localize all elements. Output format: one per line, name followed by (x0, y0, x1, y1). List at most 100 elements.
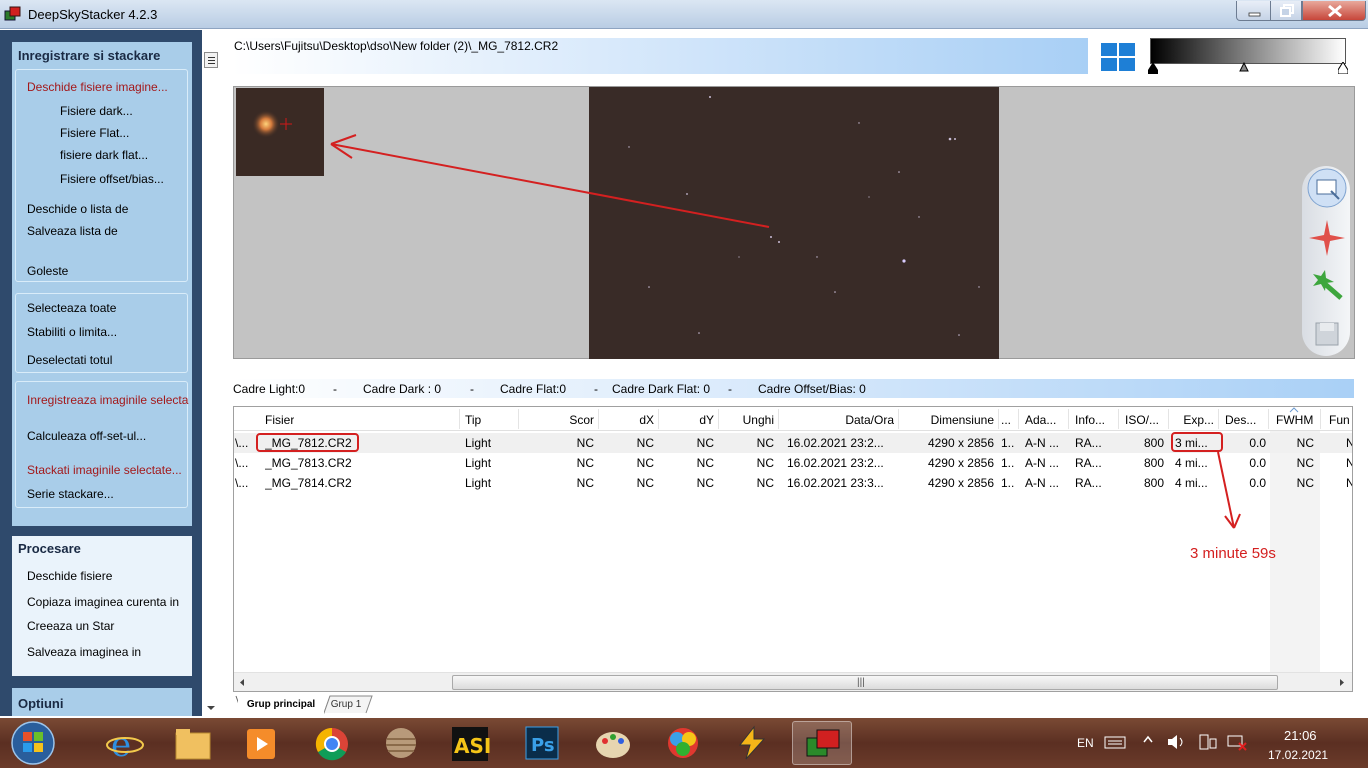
taskbar-ie[interactable]: e (95, 721, 155, 765)
chevron-down-icon[interactable] (205, 704, 217, 712)
taskbar-winamp[interactable] (722, 721, 782, 765)
horizontal-scrollbar[interactable]: ||| (234, 672, 1352, 691)
open-files-link[interactable]: Deschide fisiere (27, 569, 112, 583)
star-edit-icon[interactable] (1307, 218, 1347, 258)
network-icon[interactable] (1226, 733, 1248, 751)
col-score[interactable]: Scor (524, 413, 594, 427)
chevron-up-icon[interactable] (1143, 733, 1153, 751)
cell-datetime: 16.02.2021 23:3... (787, 476, 884, 490)
taskbar-chrome[interactable] (302, 721, 362, 765)
col-datetime[interactable]: Data/Ora (784, 413, 894, 427)
close-button[interactable] (1302, 1, 1366, 21)
dark-files-link[interactable]: Fisiere dark... (60, 104, 133, 118)
annotation-arrow (330, 134, 770, 228)
cell-des: 0.0 (1249, 436, 1266, 450)
dark-flat-files-link[interactable]: fisiere dark flat... (60, 148, 148, 162)
col-adapter[interactable]: Ada... (1025, 413, 1056, 427)
clock-date[interactable]: 17.02.2021 (1268, 748, 1328, 762)
cell-dy: NC (696, 436, 714, 450)
cell-depth: 1... (1001, 476, 1015, 490)
select-rectangle-icon[interactable] (1307, 168, 1347, 208)
taskbar-photoshop[interactable]: Ps (512, 721, 572, 765)
close-icon (1328, 4, 1342, 18)
table-row[interactable]: \... _MG_7814.CR2 Light NC NC NC NC 16.02.2021 … (234, 473, 1352, 493)
taskbar-media[interactable] (231, 721, 291, 765)
col-angle[interactable]: Unghi (724, 413, 774, 427)
batch-stacking-link[interactable]: Serie stackare... (27, 487, 114, 501)
cell-ad: A-N ... (1025, 436, 1060, 450)
minimize-button[interactable] (1236, 1, 1271, 21)
col-iso[interactable]: ISO/... (1125, 413, 1159, 427)
tab-main-group[interactable]: Grup principal (238, 697, 324, 714)
save-image-link[interactable]: Salveaza imaginea in (27, 645, 141, 659)
comet-icon[interactable] (1307, 266, 1347, 306)
open-images-link[interactable]: Deschide fisiere imagine... (27, 80, 168, 94)
grid-view-icon[interactable] (1100, 42, 1136, 72)
copy-current-link[interactable]: Copiaza imaginea curenta in (27, 595, 179, 609)
open-list-link[interactable]: Deschide o lista de (27, 202, 128, 216)
image-preview[interactable] (233, 86, 1355, 359)
taskbar-explorer[interactable] (163, 721, 223, 765)
annotation-arrow-down (1217, 451, 1241, 529)
taskbar-asi[interactable]: ASI (440, 721, 500, 765)
maximize-button[interactable] (1270, 1, 1302, 21)
dark-count: Cadre Dark : 0 (363, 382, 442, 396)
col-file[interactable]: Fisier (265, 413, 294, 427)
light-count: Cadre Light:0 (233, 382, 306, 396)
table-row[interactable]: \... _MG_7813.CR2 Light NC NC NC NC 16.02.2021 … (234, 453, 1352, 473)
col-dy[interactable]: dY (664, 413, 714, 427)
taskbar-deepskystacker[interactable] (792, 721, 852, 765)
cell-fun: N (1346, 476, 1352, 490)
col-function[interactable]: Fun (1329, 413, 1350, 427)
stack-selected-link[interactable]: Stackati imaginile selectate... (27, 463, 182, 477)
set-limit-link[interactable]: Stabiliti o limita... (27, 325, 117, 339)
col-depth[interactable]: ... (1001, 413, 1015, 427)
deselect-all-link[interactable]: Deselectati totul (27, 353, 112, 367)
taskbar-paint[interactable] (583, 721, 643, 765)
cell-fun: N (1346, 456, 1352, 470)
register-selected-link[interactable]: Inregistreaza imaginile selecta (27, 393, 188, 407)
col-fwhm[interactable]: FWHM (1276, 413, 1313, 427)
save-icon[interactable] (1307, 314, 1347, 354)
clock-time[interactable]: 21:06 (1284, 728, 1317, 743)
options-title[interactable]: Optiuni (18, 696, 64, 711)
col-info[interactable]: Info... (1075, 413, 1105, 427)
offset-files-link[interactable]: Fisiere offset/bias... (60, 172, 164, 186)
scroll-right-icon[interactable] (1338, 678, 1346, 687)
battery-icon[interactable] (1196, 733, 1218, 751)
col-dx[interactable]: dX (604, 413, 654, 427)
preview-toolbar (1302, 166, 1350, 356)
levels-gradient[interactable] (1150, 38, 1346, 64)
stacking-subgroup: Inregistreaza imaginile selecta Calculea… (15, 381, 188, 508)
deepskystacker-icon (806, 729, 840, 757)
col-exposure[interactable]: Exp... (1170, 413, 1214, 427)
keyboard-icon[interactable] (1104, 733, 1126, 751)
options-group: Optiuni (12, 688, 192, 716)
panel-scroll-button[interactable] (204, 52, 218, 68)
select-all-link[interactable]: Selecteaza toate (27, 301, 116, 315)
language-indicator[interactable]: EN (1077, 736, 1094, 750)
col-type[interactable]: Tip (465, 413, 481, 427)
start-button[interactable] (10, 720, 56, 766)
create-star-link[interactable]: Creeaza un Star (27, 619, 114, 633)
col-description[interactable]: Des... (1225, 413, 1256, 427)
cell-iso: 800 (1143, 476, 1164, 490)
black-point-handle[interactable] (1148, 62, 1158, 74)
white-point-handle[interactable] (1338, 62, 1348, 74)
cell-size: 4290 x 2856 (927, 436, 994, 450)
scroll-left-icon[interactable] (238, 678, 246, 687)
volume-icon[interactable] (1166, 733, 1188, 751)
taskbar-jupiter[interactable] (371, 721, 431, 765)
cell-fwhm: NC (1296, 436, 1314, 450)
photoshop-icon: Ps (525, 726, 559, 760)
clear-link[interactable]: Goleste (27, 264, 68, 278)
tab-group-1[interactable]: Grup 1 (322, 697, 370, 714)
col-size[interactable]: Dimensiune (904, 413, 994, 427)
compute-offset-link[interactable]: Calculeaza off-set-ul... (27, 429, 146, 443)
save-list-link[interactable]: Salveaza lista de (27, 224, 118, 238)
cell-exp: 4 mi... (1175, 476, 1208, 490)
flat-files-link[interactable]: Fisiere Flat... (60, 126, 129, 140)
taskbar-star-app[interactable] (653, 721, 713, 765)
midpoint-handle[interactable] (1239, 62, 1249, 74)
scroll-thumb[interactable]: ||| (452, 675, 1278, 690)
